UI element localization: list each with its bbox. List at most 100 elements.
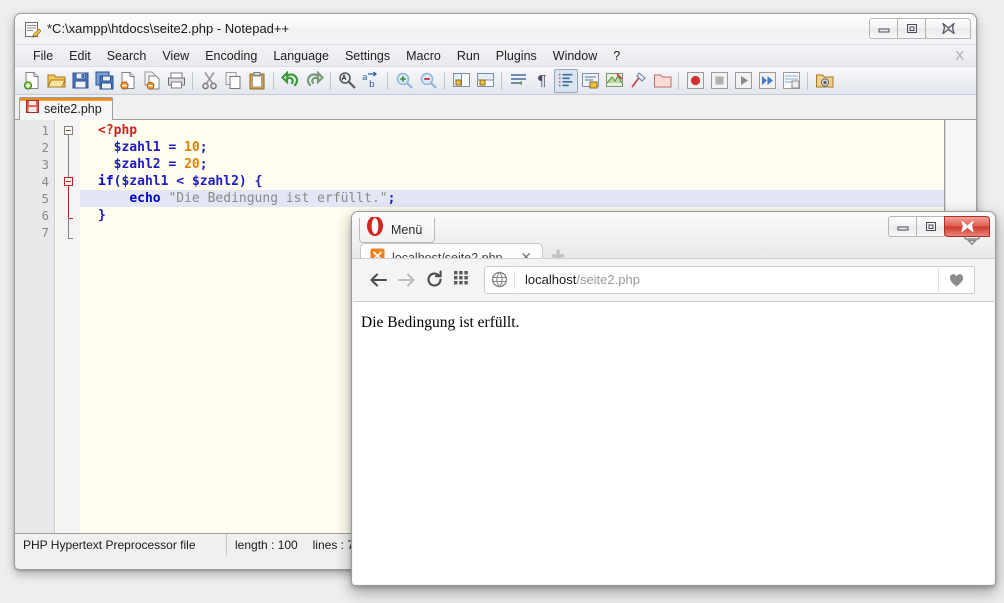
save-all-icon[interactable]: [92, 69, 116, 93]
folder-as-workspace-icon[interactable]: [650, 69, 674, 93]
run-icon[interactable]: [812, 69, 836, 93]
menu-search[interactable]: Search: [99, 47, 155, 65]
reload-icon[interactable]: [420, 266, 448, 294]
url-text: localhost/seite2.php: [525, 272, 640, 287]
address-bar[interactable]: localhost/seite2.php: [484, 266, 975, 294]
zoom-out-icon[interactable]: [416, 69, 440, 93]
code-line-3: $zahl2 = 20;: [98, 156, 208, 173]
replace-icon[interactable]: a b: [359, 69, 383, 93]
file-tab-seite2php[interactable]: seite2.php: [19, 97, 113, 120]
undo-icon[interactable]: [278, 69, 302, 93]
menu-macro[interactable]: Macro: [398, 47, 449, 65]
sync-horizontal-icon[interactable]: [473, 69, 497, 93]
find-icon[interactable]: [335, 69, 359, 93]
macro-stop-icon[interactable]: [707, 69, 731, 93]
maximize-button[interactable]: [916, 216, 945, 237]
paste-icon[interactable]: [245, 69, 269, 93]
menu-run[interactable]: Run: [449, 47, 488, 65]
opera-titlebar[interactable]: Menü localhost/seite2.php ✕ ✚: [352, 212, 995, 258]
forward-arrow-icon[interactable]: [392, 266, 420, 294]
menu-language[interactable]: Language: [265, 47, 337, 65]
line-number: 6: [41, 207, 49, 224]
fold-line-red: [68, 186, 69, 218]
file-tab-label: seite2.php: [44, 102, 102, 116]
line-number: 2: [41, 139, 49, 156]
code-folding-gutter[interactable]: [56, 120, 80, 533]
redo-icon[interactable]: [302, 69, 326, 93]
menu-edit[interactable]: Edit: [61, 47, 99, 65]
opera-logo-icon: [365, 217, 385, 243]
notepadpp-window-controls: [870, 18, 971, 39]
toolbar-separator: [501, 72, 502, 90]
maximize-button[interactable]: [897, 18, 926, 39]
notepadpp-titlebar[interactable]: *C:\xampp\htdocs\seite2.php - Notepad++: [15, 14, 976, 45]
heart-bookmark-icon[interactable]: [938, 266, 974, 294]
menu-plugins[interactable]: Plugins: [488, 47, 545, 65]
line-number: 5: [41, 190, 49, 207]
toolbar-separator: [192, 72, 193, 90]
macro-save-icon[interactable]: [779, 69, 803, 93]
speed-dial-grid-icon[interactable]: [448, 266, 476, 294]
fold-marker-line4[interactable]: [64, 177, 73, 186]
sync-vertical-icon[interactable]: [449, 69, 473, 93]
back-arrow-icon[interactable]: [364, 266, 392, 294]
menu-settings[interactable]: Settings: [337, 47, 398, 65]
print-icon[interactable]: [164, 69, 188, 93]
user-defined-dialog-icon[interactable]: [578, 69, 602, 93]
indent-guide-icon[interactable]: [554, 69, 578, 93]
close-file-icon[interactable]: [116, 69, 140, 93]
close-button[interactable]: [925, 18, 971, 39]
fold-tail-gray: [68, 238, 73, 239]
saved-file-icon: [26, 100, 39, 118]
page-viewport[interactable]: Die Bedingung ist erfüllt.: [353, 301, 994, 584]
globe-security-icon[interactable]: [485, 271, 515, 289]
toolbar-separator: [678, 72, 679, 90]
notepadpp-menubar: File Edit Search View Encoding Language …: [15, 45, 976, 67]
function-list-icon[interactable]: [626, 69, 650, 93]
zoom-in-icon[interactable]: [392, 69, 416, 93]
menu-encoding[interactable]: Encoding: [197, 47, 265, 65]
fold-line-gray: [68, 135, 69, 178]
status-length: length : 100: [235, 538, 298, 552]
notepad-document-icon: [24, 21, 41, 38]
line-number-gutter: 1 2 3 4 5 6 7: [15, 120, 55, 533]
macro-play-icon[interactable]: [731, 69, 755, 93]
fold-line-gray-lower: [68, 218, 69, 238]
open-file-icon[interactable]: [44, 69, 68, 93]
code-line-1: <?php: [98, 122, 137, 139]
line-number: 4: [41, 173, 49, 190]
cut-icon[interactable]: [197, 69, 221, 93]
url-prefix: local: [525, 272, 552, 287]
code-line-4: if($zahl1 < $zahl2) {: [98, 173, 262, 190]
close-button[interactable]: [944, 216, 990, 237]
menu-view[interactable]: View: [154, 47, 197, 65]
url-path: /seite2.php: [576, 272, 640, 287]
toolbar-separator: [273, 72, 274, 90]
minimize-button[interactable]: [869, 18, 898, 39]
minimize-button[interactable]: [888, 216, 917, 237]
show-document-map-icon[interactable]: [602, 69, 626, 93]
page-body-text: Die Bedingung ist erfüllt.: [353, 302, 994, 332]
menu-file[interactable]: File: [25, 47, 61, 65]
macro-record-icon[interactable]: [683, 69, 707, 93]
url-domain: host: [552, 272, 577, 287]
fold-marker-line1[interactable]: [64, 126, 73, 135]
line-number: 3: [41, 156, 49, 173]
show-all-characters-icon[interactable]: ¶: [530, 69, 554, 93]
opera-menu-button[interactable]: Menü: [359, 218, 435, 243]
line-number: 1: [41, 122, 49, 139]
close-all-icon[interactable]: [140, 69, 164, 93]
menu-window[interactable]: Window: [545, 47, 605, 65]
notepadpp-tab-strip: seite2.php: [15, 95, 976, 120]
toolbar-separator: [444, 72, 445, 90]
word-wrap-icon[interactable]: [506, 69, 530, 93]
menu-help[interactable]: ?: [605, 47, 628, 65]
macro-playback-multiple-icon[interactable]: [755, 69, 779, 93]
close-document-button[interactable]: X: [955, 48, 964, 63]
copy-icon[interactable]: [221, 69, 245, 93]
close-icon: [960, 220, 975, 233]
save-icon[interactable]: [68, 69, 92, 93]
maximize-icon: [906, 23, 918, 34]
new-file-icon[interactable]: [20, 69, 44, 93]
notepadpp-toolbar: a b: [15, 67, 976, 95]
